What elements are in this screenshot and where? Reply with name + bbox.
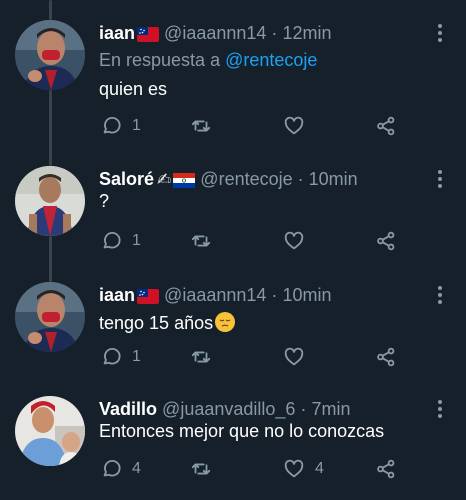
thread-line xyxy=(49,0,52,20)
share-icon xyxy=(375,230,397,252)
more-options-icon[interactable] xyxy=(436,398,444,418)
reply-button[interactable]: 1 xyxy=(100,344,141,370)
reply-count: 4 xyxy=(132,460,141,477)
tweet-header: iaan @iaaannn14 · 10min xyxy=(99,282,331,308)
flag-samoa-icon xyxy=(137,27,159,42)
tweet-text: tengo 15 años xyxy=(99,313,214,333)
like-button[interactable] xyxy=(283,113,315,139)
username[interactable]: @rentecoje xyxy=(200,169,292,189)
share-button[interactable] xyxy=(375,456,397,482)
timestamp[interactable]: 10min xyxy=(282,285,331,305)
heart-icon xyxy=(283,458,305,480)
heart-icon xyxy=(283,346,305,368)
share-button[interactable] xyxy=(375,228,397,254)
reply-context: En respuesta a @rentecoje xyxy=(99,48,317,72)
username[interactable]: @iaaannn14 xyxy=(164,23,266,43)
action-bar: 4 4 xyxy=(100,456,400,482)
share-button[interactable] xyxy=(375,344,397,370)
reply-count: 1 xyxy=(132,348,141,365)
reply-count: 1 xyxy=(132,117,141,134)
reply-icon xyxy=(100,115,122,137)
retweet-icon xyxy=(190,458,212,480)
more-options-icon[interactable] xyxy=(436,22,444,42)
heart-icon xyxy=(283,230,305,252)
reply-icon xyxy=(100,346,122,368)
pensive-face-emoji-icon xyxy=(215,312,236,332)
action-bar: 1 xyxy=(100,113,400,139)
tweet-4[interactable]: Vadillo @juaanvadillo_6 · 7min Entonces … xyxy=(0,396,466,500)
tweet-header: iaan @iaaannn14 · 12min xyxy=(99,20,331,46)
reply-count: 1 xyxy=(132,232,141,249)
username[interactable]: @iaaannn14 xyxy=(164,285,266,305)
like-button[interactable] xyxy=(283,344,315,370)
separator: · xyxy=(271,23,278,43)
tweet-text: ? xyxy=(99,191,110,211)
tweet-text: Entonces mejor que no lo conozcas xyxy=(99,421,385,441)
share-icon xyxy=(375,115,397,137)
avatar[interactable] xyxy=(15,282,85,352)
avatar[interactable] xyxy=(15,396,85,466)
action-bar: 1 xyxy=(100,228,400,254)
reply-button[interactable]: 1 xyxy=(100,228,141,254)
tweet-3[interactable]: iaan @iaaannn14 · 10min tengo 15 años 1 xyxy=(0,282,466,378)
timestamp[interactable]: 12min xyxy=(282,23,331,43)
like-button[interactable]: 4 xyxy=(283,456,324,482)
display-name[interactable]: iaan xyxy=(99,285,135,305)
timestamp[interactable]: 7min xyxy=(311,399,350,419)
avatar[interactable] xyxy=(15,166,85,236)
retweet-icon xyxy=(190,346,212,368)
share-icon xyxy=(375,458,397,480)
display-name[interactable]: Saloré xyxy=(99,169,154,189)
reply-icon xyxy=(100,458,122,480)
avatar[interactable] xyxy=(15,20,85,90)
separator: · xyxy=(297,169,304,189)
retweet-button[interactable] xyxy=(190,113,222,139)
flag-paraguay-icon xyxy=(173,173,195,188)
heart-icon xyxy=(283,115,305,137)
timestamp[interactable]: 10min xyxy=(309,169,358,189)
flag-samoa-icon xyxy=(137,289,159,304)
display-name[interactable]: Vadillo xyxy=(99,399,157,419)
display-name[interactable]: iaan xyxy=(99,23,135,43)
tweet-header: Saloré ✍ @rentecoje · 10min xyxy=(99,166,358,192)
more-options-icon[interactable] xyxy=(436,284,444,304)
like-button[interactable] xyxy=(283,228,315,254)
tweet-text-container: tengo 15 años xyxy=(99,310,236,336)
more-options-icon[interactable] xyxy=(436,168,444,188)
tweet-1[interactable]: iaan @iaaannn14 · 12min En respuesta a @… xyxy=(0,20,466,140)
like-count: 4 xyxy=(315,460,324,477)
retweet-button[interactable] xyxy=(190,344,222,370)
writing-hand-emoji-icon: ✍ xyxy=(157,170,172,189)
retweet-button[interactable] xyxy=(190,456,222,482)
reply-button[interactable]: 4 xyxy=(100,456,141,482)
separator: · xyxy=(300,399,307,419)
share-button[interactable] xyxy=(375,113,397,139)
tweet-text: quien es xyxy=(99,79,168,99)
action-bar: 1 xyxy=(100,344,400,370)
tweet-2[interactable]: Saloré ✍ @rentecoje · 10min ? 1 xyxy=(0,166,466,262)
retweet-icon xyxy=(190,230,212,252)
username[interactable]: @juaanvadillo_6 xyxy=(162,399,295,419)
retweet-icon xyxy=(190,115,212,137)
retweet-button[interactable] xyxy=(190,228,222,254)
separator: · xyxy=(271,285,278,305)
reply-icon xyxy=(100,230,122,252)
reply-button[interactable]: 1 xyxy=(100,113,141,139)
share-icon xyxy=(375,346,397,368)
reply-mention-link[interactable]: @rentecoje xyxy=(225,50,317,70)
reply-prefix: En respuesta a xyxy=(99,50,221,70)
